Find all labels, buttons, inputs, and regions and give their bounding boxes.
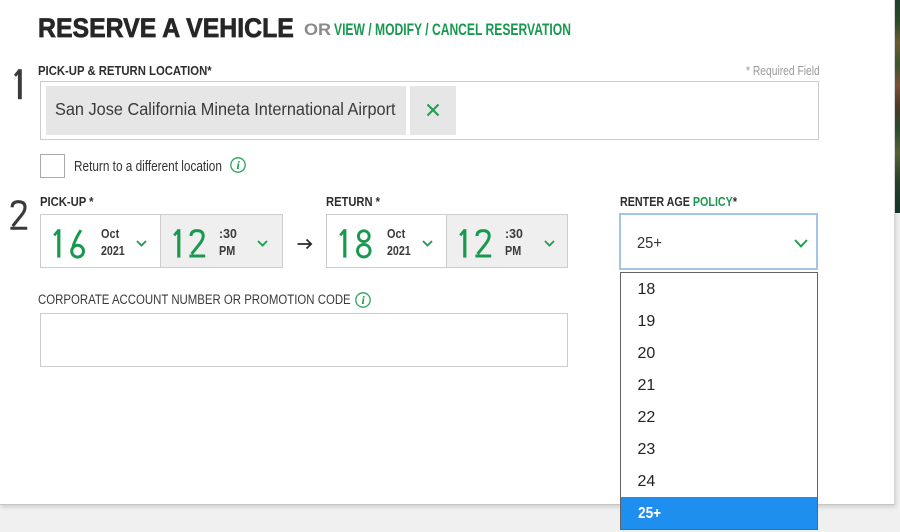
svg-text:i: i — [362, 293, 366, 307]
svg-text:i: i — [237, 158, 241, 172]
